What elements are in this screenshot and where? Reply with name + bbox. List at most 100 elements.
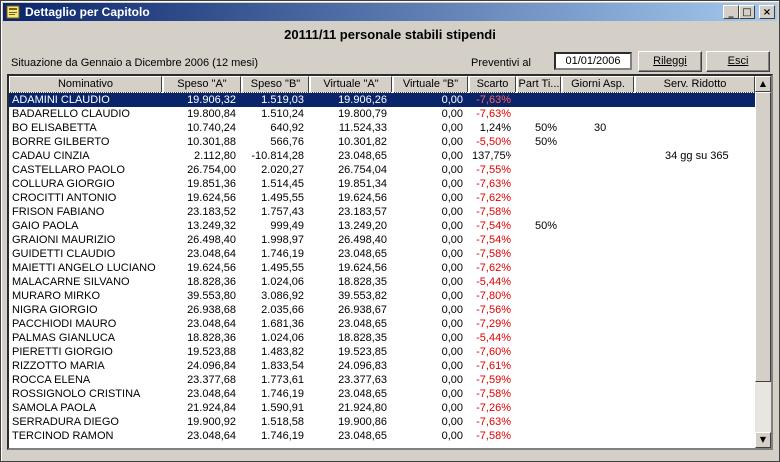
header-col-scarto[interactable]: Scarto [469,76,516,93]
cell-virtuale-b: 0,00 [441,192,463,204]
esci-button[interactable]: Esci [706,51,770,72]
cell-speso-a: 23.048,64 [187,248,236,260]
table-row[interactable]: MAIETTI ANGELO LUCIANO 19.624,56 1.495,55 1… [9,261,757,275]
table-row[interactable]: NIGRA GIORGIO 26.938,68 2.035,66 26.938,67 0… [9,303,757,317]
data-grid[interactable]: Nominativo Speso "A" Speso "B" Virtuale "A"… [7,74,773,450]
cell-speso-a: 19.906,32 [187,94,236,106]
cell-scarto: -7,54% [476,234,511,246]
cell-speso-b: 2.020,27 [261,164,304,176]
cell-serv-ridotto: 34 gg su 365 [665,150,729,162]
table-row[interactable]: ROCCA ELENA 23.377,68 1.773,61 23.377,63 0,0… [9,373,757,387]
table-row[interactable]: GAIO PAOLA 13.249,32 999,49 13.249,20 0,00 -7… [9,219,757,233]
cell-speso-a: 10.740,24 [187,122,236,134]
cell-virtuale-b: 0,00 [441,374,463,386]
cell-speso-b: 1.519,03 [261,94,304,106]
table-row[interactable]: BO ELISABETTA 10.740,24 640,92 11.524,33 0,0… [9,121,757,135]
cell-scarto: -7,58% [476,430,511,442]
cell-speso-a: 26.498,40 [187,234,236,246]
cell-virtuale-a: 10.301,82 [338,136,387,148]
header-col-speso-a[interactable]: Speso "A" [163,76,241,93]
cell-nominativo: NIGRA GIORGIO [12,304,98,316]
cell-virtuale-a: 19.523,85 [338,346,387,358]
cell-nominativo: BORRE GILBERTO [12,136,110,148]
header-col-serv-ridotto[interactable]: Serv. Ridotto [635,76,755,93]
cell-speso-b: 1.773,61 [261,374,304,386]
cell-virtuale-b: 0,00 [441,276,463,288]
cell-scarto: -7,63% [476,108,511,120]
cell-nominativo: PIERETTI GIORGIO [12,346,113,358]
cell-virtuale-a: 23.048,65 [338,430,387,442]
table-row[interactable]: GUIDETTI CLAUDIO 23.048,64 1.746,19 23.048,… [9,247,757,261]
cell-virtuale-a: 23.048,65 [338,318,387,330]
table-row[interactable]: BORRE GILBERTO 10.301,88 566,76 10.301,82 0,… [9,135,757,149]
minimize-button[interactable]: _ [723,5,739,19]
header-col-giorni-asp[interactable]: Giorni Asp. [562,76,634,93]
cell-nominativo: RIZZOTTO MARIA [12,360,105,372]
scroll-thumb[interactable] [755,92,771,382]
table-row[interactable]: CROCITTI ANTONIO 19.624,56 1.495,55 19.624,… [9,191,757,205]
header-col-virtuale-a[interactable]: Virtuale "A" [310,76,392,93]
cell-speso-a: 23.048,64 [187,388,236,400]
cell-scarto: -7,63% [476,416,511,428]
header-col-part-time[interactable]: Part Ti... [517,76,561,93]
cell-virtuale-a: 21.924,80 [338,402,387,414]
table-row[interactable]: PACCHIODI MAURO 23.048,64 1.681,36 23.048,6… [9,317,757,331]
table-row[interactable]: COLLURA GIORGIO 19.851,36 1.514,45 19.851,3… [9,177,757,191]
preventivi-date-field[interactable] [554,52,632,70]
cell-nominativo: SERRADURA DIEGO [12,416,119,428]
cell-virtuale-a: 19.624,56 [338,192,387,204]
cell-speso-b: 1.681,36 [261,318,304,330]
arrow-up-icon[interactable]: ▲ [755,76,771,92]
close-button[interactable]: × [759,5,775,19]
cell-virtuale-a: 26.498,40 [338,234,387,246]
cell-virtuale-a: 23.048,65 [338,150,387,162]
table-row[interactable]: GRAIONI MAURIZIO 26.498,40 1.998,97 26.498,… [9,233,757,247]
table-row[interactable]: CADAU CINZIA 2.112,80 -10.814,28 23.048,65 0… [9,149,757,163]
table-row[interactable]: MURARO MIRKO 39.553,80 3.086,92 39.553,82 0,… [9,289,757,303]
title-bar[interactable]: Dettaglio per Capitolo _ □ × [3,3,777,21]
cell-virtuale-a: 18.828,35 [338,276,387,288]
table-row[interactable]: TERCINOD RAMON 23.048,64 1.746,19 23.048,65… [9,429,757,443]
cell-scarto: -7,62% [476,192,511,204]
table-row[interactable]: PALMAS GIANLUCA 18.828,36 1.024,06 18.828,3… [9,331,757,345]
cell-nominativo: MALACARNE SILVANO [12,276,130,288]
table-row[interactable]: MALACARNE SILVANO 18.828,36 1.024,06 18.828… [9,275,757,289]
main-window: Dettaglio per Capitolo _ □ × 20111/11 pe… [0,0,780,462]
table-row[interactable]: CASTELLARO PAOLO 26.754,00 2.020,27 26.754,… [9,163,757,177]
table-row[interactable]: BADARELLO CLAUDIO 19.800,84 1.510,24 19.800… [9,107,757,121]
cell-nominativo: GUIDETTI CLAUDIO [12,248,116,260]
cell-scarto: -7,59% [476,374,511,386]
maximize-button[interactable]: □ [739,5,755,19]
cell-speso-b: 1.833,54 [261,360,304,372]
cell-speso-a: 18.828,36 [187,332,236,344]
cell-nominativo: GRAIONI MAURIZIO [12,234,116,246]
period-label: Situazione da Gennaio a Dicembre 2006 (1… [11,57,259,69]
rileggi-button[interactable]: Rileggi [638,51,702,72]
header-col-speso-b[interactable]: Speso "B" [242,76,309,93]
table-row[interactable]: SERRADURA DIEGO 19.900,92 1.518,58 19.900,8… [9,415,757,429]
vertical-scrollbar[interactable]: ▲ ▼ [755,76,771,448]
cell-speso-b: 1.495,55 [261,262,304,274]
cell-virtuale-b: 0,00 [441,136,463,148]
cell-speso-a: 2.112,80 [193,150,236,162]
table-row[interactable]: ADAMINI CLAUDIO 19.906,32 1.519,03 19.906,2… [9,92,758,108]
cell-virtuale-b: 0,00 [441,262,463,274]
table-row[interactable]: FRISON FABIANO 23.183,52 1.757,43 23.183,57… [9,205,757,219]
cell-scarto: -7,58% [476,388,511,400]
table-row[interactable]: SAMOLA PAOLA 21.924,84 1.590,91 21.924,80 0,… [9,401,757,415]
header-col-nominativo[interactable]: Nominativo [9,76,162,93]
table-row[interactable]: RIZZOTTO MARIA 24.096,84 1.833,54 24.096,83… [9,359,757,373]
cell-scarto: -7,26% [476,402,511,414]
cell-speso-a: 13.249,32 [187,220,236,232]
table-row[interactable]: PIERETTI GIORGIO 19.523,88 1.483,82 19.523,… [9,345,757,359]
cell-speso-b: 1.998,97 [261,234,304,246]
cell-virtuale-a: 19.900,86 [338,416,387,428]
cell-nominativo: PACCHIODI MAURO [12,318,117,330]
cell-virtuale-a: 19.800,79 [338,108,387,120]
header-col-virtuale-b[interactable]: Virtuale "B" [393,76,468,93]
arrow-down-icon[interactable]: ▼ [755,432,771,448]
cell-nominativo: ROCCA ELENA [12,374,91,386]
table-row[interactable]: ROSSIGNOLO CRISTINA 23.048,64 1.746,19 23.0… [9,387,757,401]
cell-scarto: -7,55% [476,164,511,176]
cell-virtuale-a: 11.524,33 [338,122,387,134]
